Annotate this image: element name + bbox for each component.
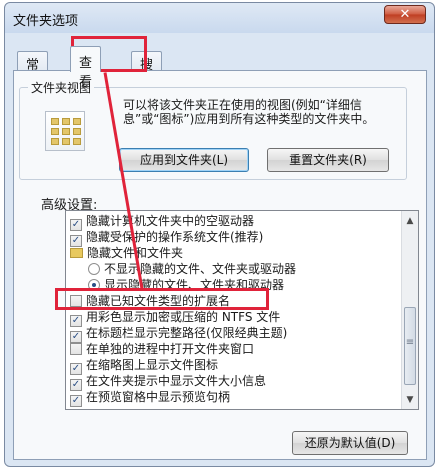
scroll-up-icon[interactable]: ▲ <box>402 213 418 229</box>
checkbox[interactable] <box>70 343 82 355</box>
list-item[interactable]: ✓ 用彩色显示加密或压缩的 NTFS 文件 <box>70 309 402 327</box>
list-item[interactable]: ✓ 在标题栏显示完整路径(仅限经典主题) <box>70 325 402 343</box>
list-item-label: 隐藏计算机文件夹中的空驱动器 <box>86 214 255 228</box>
scroll-down-icon[interactable]: ▼ <box>402 392 418 408</box>
list-item-label: 在标题栏显示完整路径(仅限经典主题) <box>86 326 288 340</box>
tab-general[interactable]: 常规 <box>17 51 49 92</box>
reset-folders-button[interactable]: 重置文件夹(R) <box>267 148 389 172</box>
radio-button[interactable] <box>88 263 100 275</box>
scroll-thumb[interactable]: ≡ <box>404 307 416 385</box>
tab-view[interactable]: 查看 <box>70 46 102 90</box>
window-title: 文件夹选项 <box>13 14 79 29</box>
close-icon: ✕ <box>399 7 411 22</box>
list-item[interactable]: ✓ 在预览窗格中显示预览句柄 <box>70 389 402 407</box>
checkbox[interactable]: ✓ <box>70 395 82 407</box>
folder-views-description: 可以将该文件夹正在使用的视图(例如“详细信息”或“图标”)应用到所有这种类型的文… <box>123 98 375 126</box>
list-item-label: 用彩色显示加密或压缩的 NTFS 文件 <box>86 310 281 324</box>
title-bar: 文件夹选项 ✕ <box>5 3 434 33</box>
restore-defaults-button[interactable]: 还原为默认值(D) <box>292 431 408 455</box>
folder-options-dialog: 文件夹选项 ✕ 常规 查看 搜索 文件夹视图 可以将该文件夹正在使用的视图(例如… <box>4 2 435 467</box>
vertical-scrollbar[interactable]: ▲ ≡ ▼ <box>401 211 418 409</box>
list-item-label: 在文件夹提示中显示文件大小信息 <box>86 374 267 388</box>
list-item[interactable]: 在单独的进程中打开文件夹窗口 <box>70 341 402 357</box>
apply-to-folders-button[interactable]: 应用到文件夹(L) <box>119 148 249 172</box>
folder-view-icon <box>45 111 85 151</box>
advanced-settings-list[interactable]: ✓隐藏计算机文件夹中的空驱动器 ✓隐藏受保护的操作系统文件(推荐) 隐藏文件和文… <box>65 210 419 410</box>
folder-icon <box>70 248 83 258</box>
scroll-grip-icon: ≡ <box>405 337 415 348</box>
check-icon: ✓ <box>71 395 81 406</box>
list-item[interactable]: ✓ 在缩略图上显示文件图标 <box>70 357 402 375</box>
list-item[interactable]: 隐藏文件和文件夹 <box>70 245 402 261</box>
list-item-label: 在单独的进程中打开文件夹窗口 <box>86 342 255 356</box>
list-item[interactable]: ✓ 在文件夹提示中显示文件大小信息 <box>70 373 402 391</box>
list-item-label: 不显示隐藏的文件、文件夹或驱动器 <box>104 262 297 276</box>
list-item[interactable]: ✓ 隐藏受保护的操作系统文件(推荐) <box>70 229 402 247</box>
list-item-label: 在缩略图上显示文件图标 <box>86 358 219 372</box>
close-button[interactable]: ✕ <box>384 5 426 24</box>
list-item-label: 在预览窗格中显示预览句柄 <box>86 390 231 404</box>
list-item[interactable]: ✓ 隐藏计算机文件夹中的空驱动器 <box>70 213 402 231</box>
annotation-highlight-option <box>55 288 269 310</box>
list-item-label: 隐藏受保护的操作系统文件(推荐) <box>86 230 264 244</box>
